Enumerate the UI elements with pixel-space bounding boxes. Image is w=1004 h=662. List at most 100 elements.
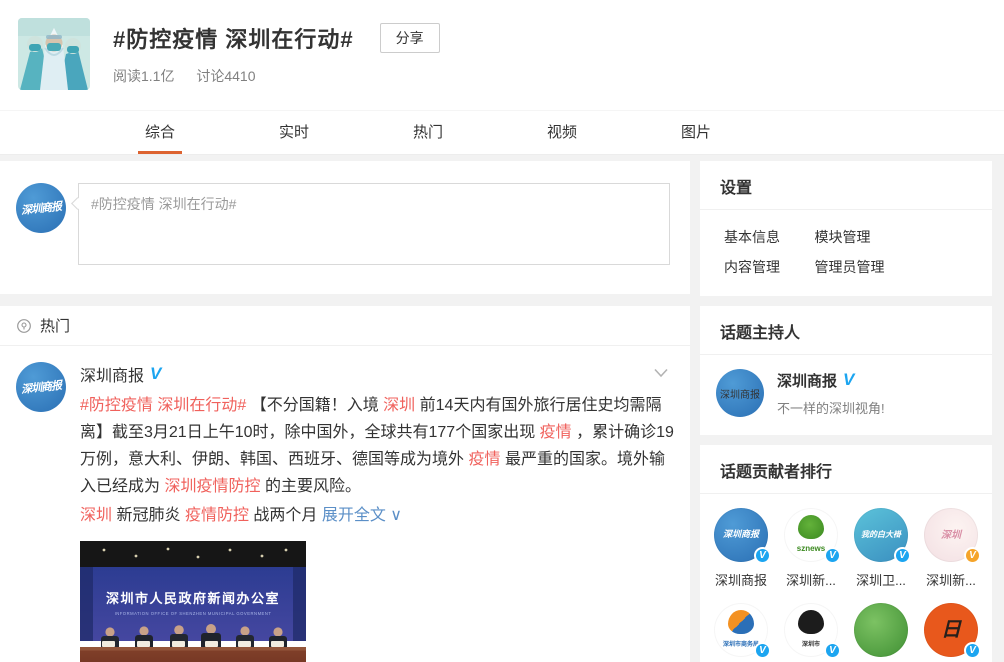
topic-tab[interactable]: 综合 xyxy=(93,111,227,154)
topic-tab[interactable]: 视频 xyxy=(495,111,629,154)
medical-staff-photo xyxy=(18,18,90,90)
contributor-item[interactable]: 深圳商报 V 深圳商报 xyxy=(706,508,776,589)
section-divider xyxy=(0,294,690,306)
verified-badge-icon: V xyxy=(964,642,981,659)
verified-v-icon: V xyxy=(150,364,161,384)
topic-tab[interactable]: 热门 xyxy=(361,111,495,154)
contributor-item[interactable]: 日 V 晶报 xyxy=(916,603,986,662)
avatar-logo-shape xyxy=(728,515,754,539)
post-collapse-button[interactable] xyxy=(652,366,670,385)
topic-cover-image xyxy=(18,18,90,90)
avatar-logo-text: 深圳商报 xyxy=(20,377,61,397)
hot-section-header: 热门 xyxy=(0,306,690,346)
post-text: #防控疫情 深圳在行动# 【不分国籍！入境 深圳 前14天内有国外旅行居住史均需… xyxy=(80,392,680,500)
share-button[interactable]: 分享 xyxy=(380,23,440,53)
contributor-avatar: 深圳商报 V xyxy=(714,508,768,562)
post-text-segment[interactable]: 疫情 xyxy=(468,451,500,468)
settings-links: 基本信息 模块管理 内容管理 管理员管理 xyxy=(700,210,992,296)
post-text-segment: 【不分国籍！入境 xyxy=(251,397,379,414)
host-title: 话题主持人 xyxy=(700,306,992,355)
topic-tab[interactable]: 图片 xyxy=(629,111,763,154)
post-text-segment: 的主要风险。 xyxy=(265,478,361,495)
contributor-avatar: sznews V xyxy=(784,508,838,562)
verified-badge-icon: V xyxy=(964,547,981,564)
settings-link[interactable]: 管理员管理 xyxy=(814,252,884,282)
verified-badge-icon: V xyxy=(754,547,771,564)
avatar-logo-shape xyxy=(938,610,964,634)
verified-v-icon: V xyxy=(843,370,854,390)
post-body: 深圳商报 V #防控疫情 深圳在行动# 【不分国籍！入境 深圳 前14天内有国外… xyxy=(80,362,674,662)
post-text-line2: 深圳 新冠肺炎 疫情防控 战两个月 展开全文 ∨ xyxy=(80,502,680,529)
verified-badge-icon: V xyxy=(824,642,841,659)
contributors-grid: 深圳商报 V 深圳商报 sznews V 深圳新. xyxy=(700,494,992,662)
admin-sidebar: 设置 基本信息 模块管理 内容管理 管理员管理 话题主持人 xyxy=(700,161,992,662)
content-row: 深圳商报 #防控疫情 深圳在行动# 热门 深圳 xyxy=(0,155,1004,662)
avatar-logo-text: 深圳商报 xyxy=(720,386,760,401)
post-text-segment[interactable]: 展开全文 ∨ xyxy=(322,507,402,524)
host-card: 话题主持人 深圳商报 深圳商报 V 不一样的深圳视角! xyxy=(700,306,992,435)
post-text-segment: 新冠肺炎 xyxy=(116,507,180,524)
topic-tab[interactable]: 实时 xyxy=(227,111,361,154)
backdrop-title: 深圳市人民政府新闻办公室 xyxy=(106,591,280,606)
contributor-name: 深圳卫... xyxy=(846,570,916,589)
avatar-logo-text: 深圳商报 xyxy=(20,198,61,218)
name-cards xyxy=(102,641,284,647)
contributor-item[interactable]: 深圳市商务局 V 深圳商务 xyxy=(706,603,776,662)
topic-stats: 阅读1.1亿 讨论4410 xyxy=(113,66,440,86)
composer-box: #防控疫情 深圳在行动# xyxy=(78,183,672,270)
post-text-segment[interactable]: 深圳 xyxy=(80,507,112,524)
contributor-avatar: 深圳 V xyxy=(924,508,978,562)
contributor-avatar: 深圳市商务局 V xyxy=(714,603,768,657)
contributor-item[interactable]: 我的白大褂 V 深圳卫... xyxy=(846,508,916,589)
avatar-logo-shape xyxy=(798,610,824,634)
post-text-segment[interactable]: 深圳 xyxy=(383,397,415,414)
hot-section-label: 热门 xyxy=(40,315,70,336)
backdrop-subtitle: INFORMATION OFFICE OF SHENZHEN MUNICIPAL… xyxy=(115,611,272,616)
avatar-logo-shape xyxy=(868,610,894,634)
composer-input[interactable]: #防控疫情 深圳在行动# xyxy=(78,183,670,265)
avatar-logo-shape xyxy=(938,515,964,539)
settings-link[interactable]: 基本信息 xyxy=(724,222,780,252)
post-text-segment[interactable]: 疫情防控 xyxy=(185,507,249,524)
contributors-card: 话题贡献者排行 深圳商报 V 深圳商报 xyxy=(700,445,992,662)
chevron-down-icon xyxy=(652,366,670,380)
contributor-avatar: 深圳市 V xyxy=(784,603,838,657)
feed-post: 深圳商报 深圳商报 V #防控疫情 深圳在行动 xyxy=(0,346,690,662)
contributor-name: 深圳新... xyxy=(776,570,846,589)
post-text-segment[interactable]: 深圳疫情防控 xyxy=(164,478,260,495)
post-author-avatar[interactable]: 深圳商报 xyxy=(16,362,66,412)
post-text-segment[interactable]: 疫情 xyxy=(540,424,572,441)
header-main: #防控疫情 深圳在行动# 分享 阅读1.1亿 讨论4410 xyxy=(113,18,440,110)
composer: 深圳商报 #防控疫情 深圳在行动# xyxy=(0,161,690,294)
contributor-item[interactable]: 深圳市 V 深圳市... xyxy=(776,603,846,662)
hot-pin-icon xyxy=(16,318,32,334)
post-text-segment: 战两个月 xyxy=(253,507,321,524)
contributor-avatar: 我的白大褂 V xyxy=(854,508,908,562)
post-author-name[interactable]: 深圳商报 xyxy=(80,362,144,386)
discussions-count: 讨论4410 xyxy=(196,68,255,84)
settings-card: 设置 基本信息 模块管理 内容管理 管理员管理 xyxy=(700,161,992,296)
host-description: 不一样的深圳视角! xyxy=(777,398,885,417)
host-name[interactable]: 深圳商报 xyxy=(777,370,837,391)
topic-header: #防控疫情 深圳在行动# 分享 阅读1.1亿 讨论4410 xyxy=(0,0,1004,110)
composer-avatar: 深圳商报 xyxy=(16,183,66,233)
feed-column: 深圳商报 #防控疫情 深圳在行动# 热门 深圳 xyxy=(0,161,690,662)
avatar-logo-shape xyxy=(728,610,754,634)
verified-badge-icon: V xyxy=(894,547,911,564)
settings-link[interactable]: 模块管理 xyxy=(814,222,870,252)
topic-tabbar: 综合 实时 热门 视频 图片 xyxy=(0,110,1004,155)
contributor-avatar: 日 V xyxy=(924,603,978,657)
contributors-title: 话题贡献者排行 xyxy=(700,445,992,494)
contributor-avatar: V xyxy=(854,603,908,657)
contributor-item[interactable]: 深圳 V 深圳新... xyxy=(916,508,986,589)
settings-link[interactable]: 内容管理 xyxy=(724,252,780,282)
settings-title: 设置 xyxy=(700,161,992,210)
host-avatar[interactable]: 深圳商报 xyxy=(716,369,764,417)
post-text-segment[interactable]: #防控疫情 深圳在行动# xyxy=(80,397,246,414)
contributor-name: 深圳商报 xyxy=(706,570,776,589)
press-conference-image[interactable]: 深圳市人民政府新闻办公室 INFORMATION OFFICE OF SHENZ… xyxy=(80,541,306,662)
contributor-item[interactable]: sznews V 深圳新... xyxy=(776,508,846,589)
contributor-item[interactable]: V 波澜_h... xyxy=(846,603,916,662)
avatar-logo-shape xyxy=(868,515,894,539)
avatar-logo-shape xyxy=(798,515,824,539)
